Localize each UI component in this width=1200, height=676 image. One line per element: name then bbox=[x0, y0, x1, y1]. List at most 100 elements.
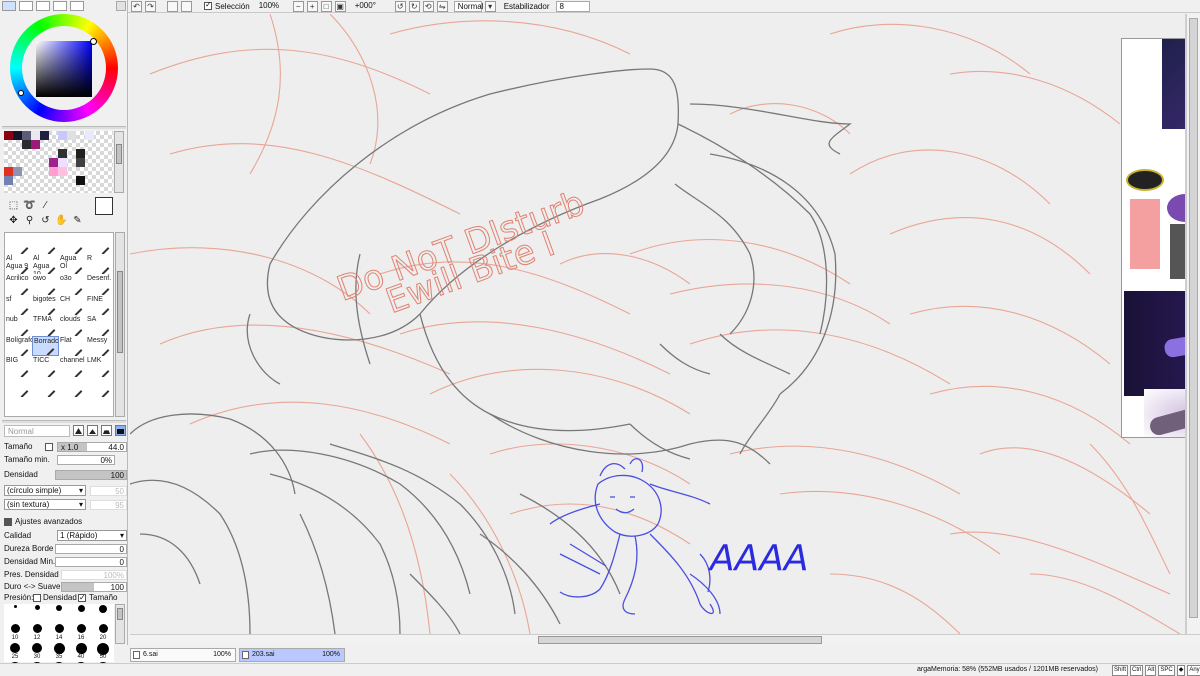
color-swatch[interactable] bbox=[4, 140, 13, 149]
color-swatch[interactable] bbox=[22, 158, 31, 167]
color-swatch[interactable] bbox=[67, 149, 76, 158]
color-swatch[interactable] bbox=[31, 167, 40, 176]
brush-slot[interactable] bbox=[5, 377, 32, 397]
undo-button[interactable]: ↶ bbox=[131, 0, 142, 12]
advanced-settings-row[interactable]: Ajustes avanzados bbox=[3, 516, 127, 528]
color-swatch[interactable] bbox=[4, 176, 13, 185]
eyedropper-icon[interactable]: ✎ bbox=[70, 214, 85, 228]
magic-wand-icon[interactable]: ⁄ bbox=[38, 199, 53, 213]
color-swatch[interactable] bbox=[67, 176, 76, 185]
color-swatch[interactable] bbox=[22, 149, 31, 158]
brush-size-preset[interactable] bbox=[70, 604, 92, 623]
quality-select[interactable]: 1 (Rápido) bbox=[57, 530, 127, 541]
brush-slot[interactable] bbox=[32, 233, 59, 254]
brush-slot[interactable]: o3o bbox=[59, 274, 86, 295]
color-swatch[interactable] bbox=[49, 167, 58, 176]
color-swatch[interactable] bbox=[13, 149, 22, 158]
stabilizer-select[interactable]: 8 bbox=[555, 0, 590, 12]
sv-picker-handle[interactable] bbox=[90, 38, 97, 45]
brush-slot[interactable] bbox=[86, 377, 113, 397]
color-swatch[interactable] bbox=[94, 167, 103, 176]
brush-size-preset[interactable] bbox=[26, 604, 48, 623]
color-swatch[interactable] bbox=[31, 158, 40, 167]
brush-slot[interactable]: TICC bbox=[32, 356, 59, 377]
min-size-slider[interactable]: 0% bbox=[57, 455, 115, 465]
document-tab-1[interactable]: 6.sai 100% bbox=[130, 648, 236, 662]
color-swatch[interactable] bbox=[40, 149, 49, 158]
brush-slot[interactable]: TFMA bbox=[32, 315, 59, 336]
color-wheel-tab[interactable] bbox=[2, 1, 16, 11]
brush-size-preset[interactable]: 25 bbox=[4, 642, 26, 661]
brush-slot[interactable]: Agua Ol bbox=[59, 254, 86, 274]
color-swatch[interactable] bbox=[13, 140, 22, 149]
brush-size-preset[interactable]: 14 bbox=[48, 623, 70, 642]
reference-thumbnail-3[interactable] bbox=[1124, 291, 1185, 396]
redo-button[interactable]: ↷ bbox=[145, 0, 156, 12]
brush-size-preset[interactable]: 50 bbox=[92, 642, 114, 661]
color-swatch[interactable] bbox=[103, 131, 112, 140]
swatches-tab[interactable] bbox=[53, 1, 67, 11]
pressure-density-slider[interactable]: 100% bbox=[61, 570, 127, 580]
canvas-horizontal-scrollbar[interactable] bbox=[130, 634, 1200, 645]
tip-medium-icon[interactable] bbox=[87, 425, 98, 436]
color-swatch[interactable] bbox=[103, 149, 112, 158]
brush-slot[interactable]: LMK bbox=[86, 356, 113, 377]
rotate-reset-button[interactable]: ⟲ bbox=[422, 0, 434, 12]
brush-size-preset[interactable]: 40 bbox=[70, 642, 92, 661]
brush-slot[interactable]: channel bbox=[59, 356, 86, 377]
reference-thumbnail-2[interactable] bbox=[1122, 139, 1185, 284]
pressure-density-checkbox[interactable] bbox=[33, 594, 41, 602]
saturation-value-square[interactable] bbox=[36, 41, 92, 97]
reference-image-panel[interactable]: 🔒 bbox=[1121, 38, 1185, 438]
reference-thumbnail-4[interactable] bbox=[1144, 389, 1185, 437]
brush-size-preset[interactable]: 20 bbox=[92, 623, 114, 642]
color-swatch[interactable] bbox=[94, 131, 103, 140]
brush-size-preset[interactable] bbox=[48, 604, 70, 623]
brush-slot[interactable]: SA bbox=[86, 315, 113, 336]
scratchpad-tab[interactable] bbox=[70, 1, 84, 11]
color-swatch[interactable] bbox=[94, 176, 103, 185]
brush-slot[interactable]: CH bbox=[59, 295, 86, 315]
color-swatch[interactable] bbox=[85, 158, 94, 167]
brush-slot[interactable]: Al Agua 10 bbox=[32, 254, 59, 274]
zoom-icon[interactable]: ⚲ bbox=[22, 214, 37, 228]
color-swatch[interactable] bbox=[31, 131, 40, 140]
pressure-size-checkbox[interactable] bbox=[78, 592, 86, 604]
color-swatch[interactable] bbox=[76, 158, 85, 167]
swatches-scrollbar[interactable] bbox=[114, 131, 124, 193]
color-swatch[interactable] bbox=[40, 158, 49, 167]
brush-size-preset[interactable]: 16 bbox=[70, 623, 92, 642]
brush-size-preset[interactable]: 10 bbox=[4, 623, 26, 642]
color-swatch[interactable] bbox=[58, 158, 67, 167]
color-swatch[interactable] bbox=[49, 140, 58, 149]
color-swatch[interactable] bbox=[103, 176, 112, 185]
brush-size-preset[interactable]: 30 bbox=[26, 642, 48, 661]
rotate-icon[interactable]: ↺ bbox=[38, 214, 53, 228]
zoom-in-button[interactable]: + bbox=[306, 0, 318, 12]
move-icon[interactable]: ✥ bbox=[6, 214, 21, 228]
color-swatch[interactable] bbox=[67, 158, 76, 167]
tip-soft-icon[interactable] bbox=[101, 425, 112, 436]
rotation-field[interactable]: +000° bbox=[352, 1, 392, 12]
color-swatch[interactable] bbox=[85, 176, 94, 185]
size-slider[interactable]: x 1.0 44.0 bbox=[57, 442, 127, 452]
blend-mode-dropdown[interactable]: ▾ bbox=[484, 0, 496, 12]
zoom-reset-button[interactable]: □ bbox=[320, 0, 332, 12]
color-swatch[interactable] bbox=[49, 131, 58, 140]
lasso-icon[interactable]: ➰ bbox=[22, 199, 37, 213]
brush-slot[interactable]: bigotes bbox=[32, 295, 59, 315]
zoom-field[interactable]: 100% bbox=[256, 1, 290, 12]
brush-slot[interactable]: BIG bbox=[5, 356, 32, 377]
blend-mode-field[interactable]: Normal bbox=[453, 0, 483, 12]
color-swatch[interactable] bbox=[13, 158, 22, 167]
color-swatch[interactable] bbox=[13, 176, 22, 185]
color-swatch[interactable] bbox=[40, 176, 49, 185]
color-swatch[interactable] bbox=[58, 149, 67, 158]
color-swatch[interactable] bbox=[94, 158, 103, 167]
brush-slot[interactable] bbox=[32, 377, 59, 397]
brush-slot[interactable] bbox=[5, 233, 32, 254]
tip-hard-icon[interactable] bbox=[73, 425, 84, 436]
brush-slot[interactable]: Flat bbox=[59, 336, 86, 356]
color-swatch[interactable] bbox=[49, 176, 58, 185]
color-swatch[interactable] bbox=[40, 131, 49, 140]
